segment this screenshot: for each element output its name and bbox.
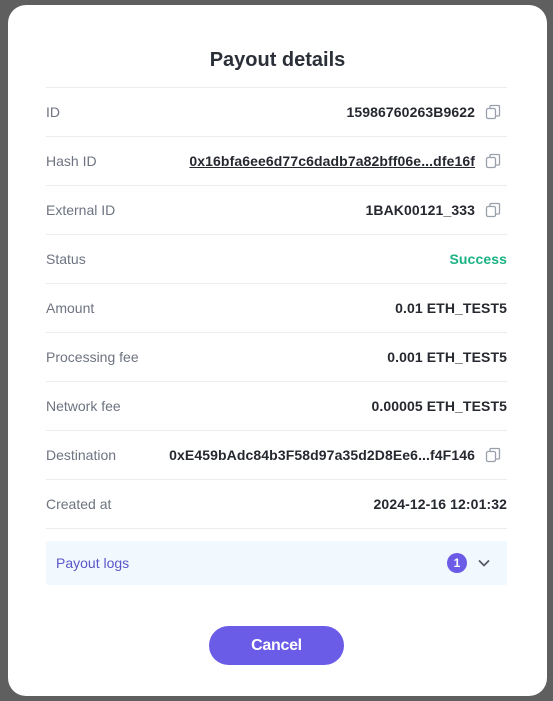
row-id: ID 15986760263B9622: [46, 87, 507, 136]
row-label: Destination: [46, 447, 117, 463]
row-label: Network fee: [46, 398, 121, 414]
amount-value: 0.01 ETH_TEST5: [395, 300, 507, 316]
row-label: Hash ID: [46, 153, 97, 169]
row-label: Created at: [46, 496, 112, 512]
row-status: Status Success: [46, 234, 507, 283]
external-id-value: 1BAK00121_333: [365, 202, 475, 218]
row-processing-fee: Processing fee 0.001 ETH_TEST5: [46, 332, 507, 381]
modal-title: Payout details: [209, 49, 346, 71]
processing-fee-value: 0.001 ETH_TEST5: [387, 349, 507, 365]
copy-icon[interactable]: [485, 153, 501, 169]
copy-icon[interactable]: [485, 202, 501, 218]
network-fee-value: 0.00005 ETH_TEST5: [371, 398, 507, 414]
payout-logs-accordion[interactable]: Payout logs 1: [46, 541, 507, 585]
row-label: Amount: [46, 300, 95, 316]
id-value: 15986760263B9622: [346, 104, 475, 120]
cancel-button[interactable]: Cancel: [209, 626, 344, 665]
row-external-id: External ID 1BAK00121_333: [46, 185, 507, 234]
row-label: External ID: [46, 202, 116, 218]
row-network-fee: Network fee 0.00005 ETH_TEST5: [46, 381, 507, 430]
payout-details-modal: Payout details ID 15986760263B9622 Hash …: [8, 5, 547, 696]
status-badge: Success: [449, 251, 507, 267]
row-label: Status: [46, 251, 86, 267]
row-created-at: Created at 2024-12-16 12:01:32: [46, 479, 507, 529]
chevron-down-icon[interactable]: [477, 556, 491, 570]
copy-icon[interactable]: [485, 447, 501, 463]
row-destination: Destination 0xE459bAdc84b3F58d97a35d2D8E…: [46, 430, 507, 479]
row-hash-id: Hash ID 0x16bfa6ee6d77c6dadb7a82bff06e..…: [46, 136, 507, 185]
row-label: Processing fee: [46, 349, 139, 365]
hash-id-link[interactable]: 0x16bfa6ee6d77c6dadb7a82bff06e...dfe16f: [189, 153, 475, 169]
details-list: ID 15986760263B9622 Hash ID 0x16bfa6ee6d…: [46, 87, 507, 529]
payout-logs-label: Payout logs: [56, 555, 130, 571]
copy-icon[interactable]: [485, 104, 501, 120]
row-label: ID: [46, 104, 60, 120]
row-amount: Amount 0.01 ETH_TEST5: [46, 283, 507, 332]
logs-count-badge: 1: [447, 553, 467, 573]
destination-value: 0xE459bAdc84b3F58d97a35d2D8Ee6...f4F146: [169, 447, 475, 463]
created-at-value: 2024-12-16 12:01:32: [373, 496, 507, 512]
